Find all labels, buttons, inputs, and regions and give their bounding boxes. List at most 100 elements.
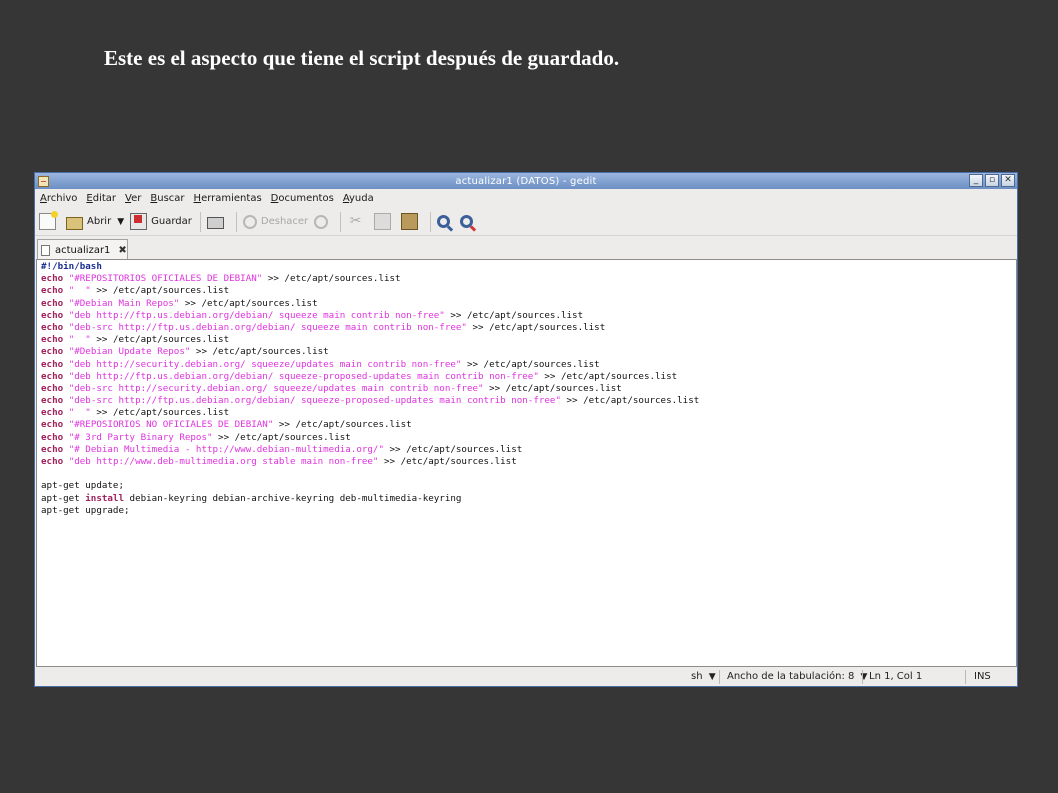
code-token: >> /etc/apt/sources.list	[466, 321, 606, 333]
code-line: apt-get upgrade;	[41, 505, 699, 517]
redo-icon	[314, 214, 329, 229]
code-token: >> /etc/apt/sources.list	[262, 273, 401, 285]
language-label: sh	[691, 671, 703, 682]
copy-icon	[374, 213, 392, 230]
code-token: apt-get	[41, 492, 86, 504]
toolbar-separator	[199, 211, 201, 232]
code-token: "# Debian Multimedia - http://www.debian…	[68, 443, 384, 455]
code-token: >> /etc/apt/sources.list	[190, 346, 329, 358]
code-token: "deb-src http://ftp.us.debian.org/debian…	[68, 395, 561, 407]
window-title: actualizar1 (DATOS) - gedit	[455, 175, 597, 187]
code-token: echo	[41, 419, 64, 431]
code-line: echo "deb http://ftp.us.debian.org/debia…	[41, 371, 699, 383]
menu-archivo[interactable]: Archivo	[40, 193, 77, 204]
gedit-window: actualizar1 (DATOS) - gedit _ ▫ ✕ Archiv…	[34, 172, 1018, 687]
code-token: apt-get upgrade;	[41, 504, 130, 516]
code-token: >> /etc/apt/sources.list	[90, 334, 230, 346]
status-bar: sh ▼ Ancho de la tabulación: 8 ▼ Ln 1, C…	[35, 668, 1017, 687]
code-token: #!/bin/bash	[41, 261, 102, 272]
code-token: >> /etc/apt/sources.list	[461, 358, 600, 370]
code-token: "#REPOSITORIOS OFICIALES DE DEBIAN"	[68, 273, 263, 285]
code-token: "#Debian Update Repos"	[68, 346, 191, 358]
open-folder-icon	[66, 216, 83, 230]
code-token: "#Debian Main Repos"	[68, 297, 180, 309]
code-token: debian-keyring debian-archive-keyring de…	[124, 492, 462, 504]
code-token: >> /etc/apt/sources.list	[560, 395, 700, 407]
code-line: echo "# 3rd Party Binary Repos" >> /etc/…	[41, 432, 699, 444]
chevron-down-icon: ▼	[708, 672, 716, 682]
status-separator	[719, 670, 720, 684]
copy-button[interactable]	[374, 211, 395, 233]
undo-button[interactable]: Deshacer	[242, 211, 308, 233]
code-line: echo "# Debian Multimedia - http://www.d…	[41, 444, 699, 456]
new-document-button[interactable]	[39, 211, 60, 233]
code-line: echo "#REPOSIORIOS NO OFICIALES DE DEBIA…	[41, 419, 699, 431]
code-token: echo	[41, 321, 64, 333]
print-button[interactable]	[206, 211, 228, 233]
code-line: echo "deb-src http://ftp.us.debian.org/d…	[41, 395, 699, 407]
paste-icon	[401, 213, 419, 230]
code-token: >> /etc/apt/sources.list	[383, 443, 523, 455]
code-token: echo	[41, 309, 64, 321]
paste-button[interactable]	[401, 211, 422, 233]
code-token: "#REPOSIORIOS NO OFICIALES DE DEBIAN"	[68, 419, 274, 431]
code-token: echo	[41, 407, 64, 419]
code-token: echo	[41, 395, 64, 407]
cut-button[interactable]: ✂	[347, 211, 368, 233]
code-token: " "	[68, 334, 91, 346]
cursor-position: Ln 1, Col 1	[869, 671, 923, 682]
code-token: echo	[41, 346, 64, 358]
code-line: apt-get install debian-keyring debian-ar…	[41, 493, 699, 505]
menu-documentos[interactable]: Documentos	[271, 193, 334, 204]
code-token: >> /etc/apt/sources.list	[483, 382, 622, 394]
code-line: #!/bin/bash	[41, 261, 699, 273]
find-button[interactable]	[437, 211, 454, 233]
code-token: echo	[41, 285, 64, 297]
tab-actualizar1[interactable]: actualizar1 ✖	[37, 239, 128, 260]
menu-bar: Archivo Editar Ver Buscar Herramientas D…	[35, 189, 1017, 208]
code-token: " "	[68, 285, 91, 297]
chevron-down-icon[interactable]: ▼	[117, 217, 124, 227]
maximize-button[interactable]: ▫	[985, 174, 999, 187]
code-line: apt-get update;	[41, 480, 699, 492]
text-editor[interactable]: #!/bin/bash echo "#REPOSITORIOS OFICIALES…	[36, 259, 1017, 667]
code-line: echo "deb http://www.deb-multimedia.org …	[41, 456, 699, 468]
tab-width-selector[interactable]: Ancho de la tabulación: 8 ▼	[727, 671, 867, 682]
code-token: apt-get update;	[41, 480, 124, 492]
code-token: "deb http://www.deb-multimedia.org stabl…	[68, 456, 379, 467]
menu-ver[interactable]: Ver	[125, 193, 141, 204]
code-line: echo "#REPOSITORIOS OFICIALES DE DEBIAN"…	[41, 273, 699, 285]
print-icon	[206, 217, 224, 229]
redo-button[interactable]	[314, 211, 332, 233]
code-token: echo	[41, 456, 64, 467]
code-token: >> /etc/apt/sources.list	[90, 407, 230, 419]
code-token: >> /etc/apt/sources.list	[212, 431, 351, 443]
toolbar-separator	[340, 211, 342, 232]
code-line: echo "deb-src http://security.debian.org…	[41, 383, 699, 395]
menu-editar[interactable]: Editar	[86, 193, 116, 204]
minimize-button[interactable]: _	[969, 174, 983, 187]
replace-button[interactable]	[460, 211, 477, 233]
close-icon[interactable]: ✖	[118, 245, 126, 256]
code-token: echo	[41, 431, 64, 443]
code-token: >> /etc/apt/sources.list	[90, 285, 230, 297]
code-token: "# 3rd Party Binary Repos"	[68, 431, 213, 443]
menu-buscar[interactable]: Buscar	[150, 193, 184, 204]
tab-label: actualizar1	[55, 244, 111, 256]
language-selector[interactable]: sh ▼	[691, 671, 716, 682]
slide-caption: Este es el aspecto que tiene el script d…	[104, 46, 620, 70]
code-line: echo "deb http://ftp.us.debian.org/debia…	[41, 310, 699, 322]
menu-herramientas[interactable]: Herramientas	[194, 193, 262, 204]
code-token: >> /etc/apt/sources.list	[179, 297, 318, 309]
document-tabs: actualizar1 ✖	[35, 237, 1017, 260]
code-token: " "	[68, 407, 91, 419]
menu-ayuda[interactable]: Ayuda	[343, 193, 374, 204]
open-button[interactable]: Abrir ▼	[66, 211, 124, 233]
close-window-button[interactable]: ✕	[1001, 174, 1015, 187]
save-button[interactable]: Guardar	[130, 211, 192, 233]
code-token: echo	[41, 273, 64, 285]
status-separator	[862, 670, 863, 684]
title-bar[interactable]: actualizar1 (DATOS) - gedit _ ▫ ✕	[35, 173, 1017, 189]
open-label: Abrir	[87, 216, 112, 227]
